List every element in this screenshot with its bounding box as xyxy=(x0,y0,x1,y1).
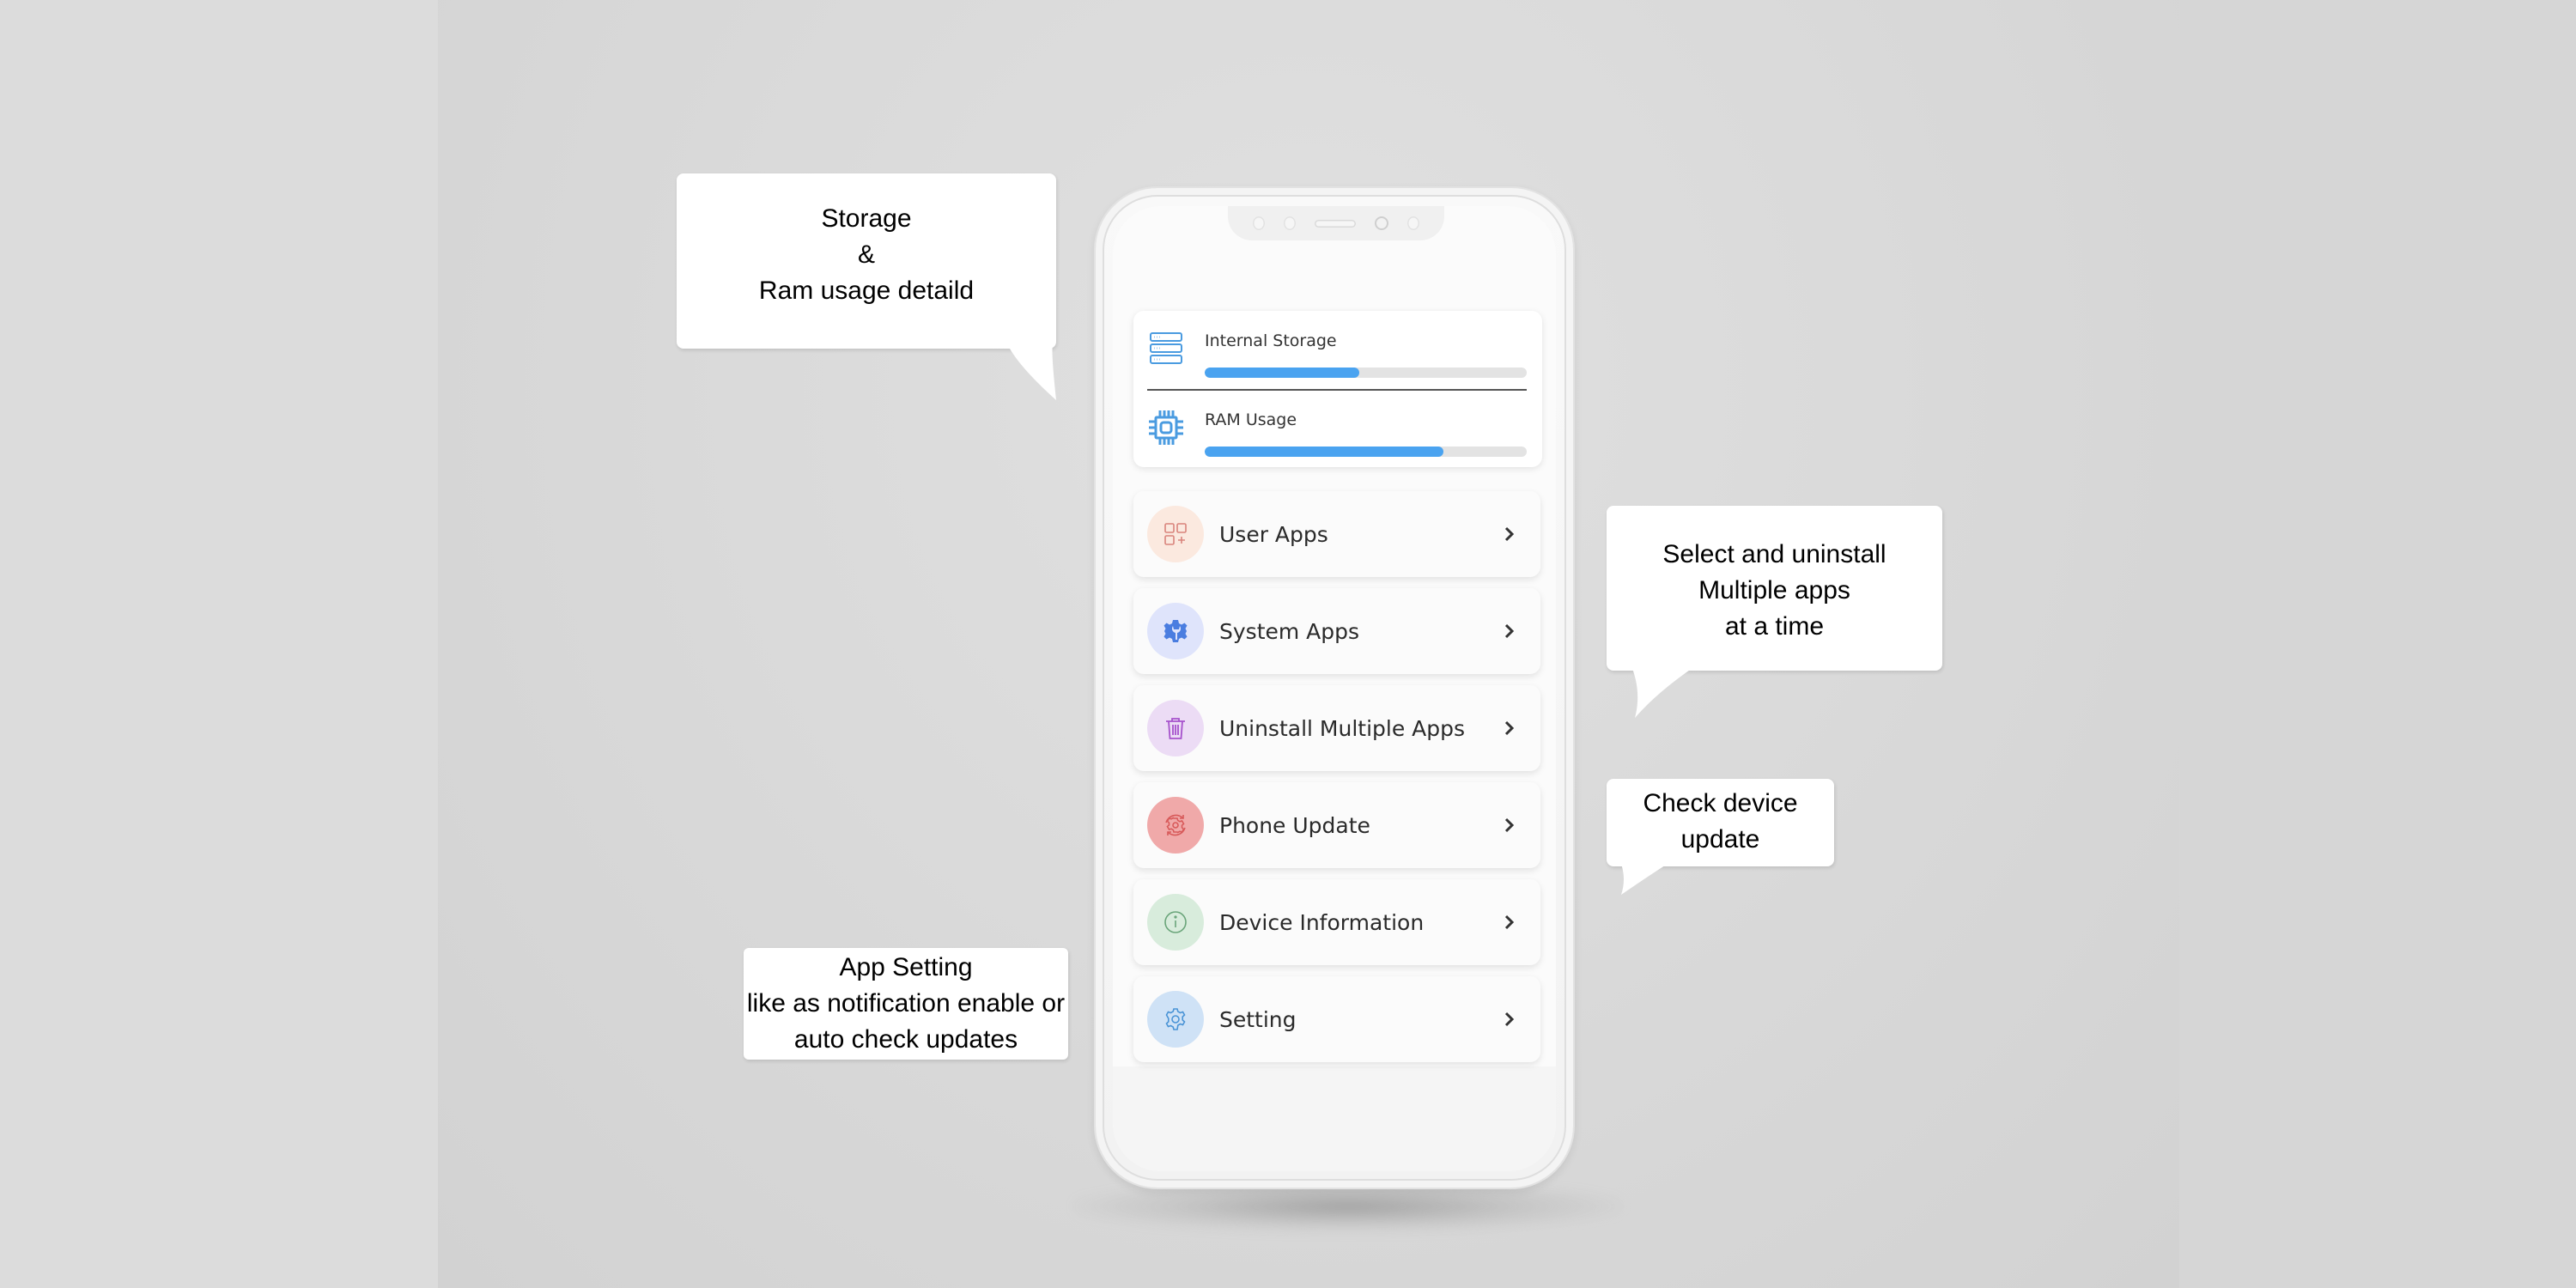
sensor-dot xyxy=(1407,216,1419,230)
menu-item-label: Device Information xyxy=(1219,910,1425,935)
menu-item-label: System Apps xyxy=(1219,619,1360,644)
chevron-right-icon xyxy=(1504,526,1515,542)
callout-line: & xyxy=(857,240,875,269)
chevron-right-icon xyxy=(1504,1012,1515,1027)
callout-uninstall: Select and uninstall Multiple apps at a … xyxy=(1607,506,1942,671)
storage-progress-fill xyxy=(1205,368,1359,378)
usage-card: Internal Storage RAM Usage xyxy=(1133,311,1542,467)
callout-update: Check device update xyxy=(1607,779,1834,866)
background-right xyxy=(2179,0,2576,1288)
callout-line: at a time xyxy=(1724,612,1825,641)
menu-item-setting[interactable]: Setting xyxy=(1133,976,1540,1062)
front-camera xyxy=(1375,216,1388,230)
menu-icon-bg xyxy=(1147,797,1204,854)
callout-uninstall-tail xyxy=(1623,666,1695,718)
callout-line: Multiple apps xyxy=(1698,576,1850,605)
chevron-right-icon xyxy=(1504,623,1515,639)
info-circle-icon xyxy=(1164,911,1187,933)
storage-label: Internal Storage xyxy=(1205,331,1337,350)
menu-icon-bg xyxy=(1147,991,1204,1048)
callout-line: Check device xyxy=(1643,789,1798,817)
callout-line: Ram usage detaild xyxy=(758,276,975,305)
menu-item-device-information[interactable]: Device Information xyxy=(1133,879,1540,965)
gear-icon xyxy=(1165,1008,1186,1030)
menu-item-uninstall-multiple[interactable]: Uninstall Multiple Apps xyxy=(1133,685,1540,771)
sensor-dot xyxy=(1253,216,1265,230)
callout-update-tail xyxy=(1618,864,1668,895)
chevron-right-icon xyxy=(1504,817,1515,833)
menu-item-label: User Apps xyxy=(1219,522,1328,547)
menu-item-system-apps[interactable]: System Apps xyxy=(1133,588,1540,674)
ram-progress-track xyxy=(1205,447,1527,457)
chevron-right-icon xyxy=(1504,914,1515,930)
ram-label: RAM Usage xyxy=(1205,410,1297,429)
chevron-right-icon xyxy=(1504,720,1515,736)
ram-progress-fill xyxy=(1205,447,1443,457)
callout-line: Select and uninstall xyxy=(1662,540,1886,568)
menu-item-label: Uninstall Multiple Apps xyxy=(1219,716,1466,741)
background-left xyxy=(0,0,438,1288)
callout-storage: Storage & Ram usage detaild xyxy=(677,173,1056,349)
menu-item-label: Phone Update xyxy=(1219,813,1370,838)
menu-icon-bg xyxy=(1147,506,1204,562)
callout-line: update xyxy=(1680,825,1760,854)
storage-usage-row[interactable]: Internal Storage xyxy=(1133,323,1542,392)
cpu-chip-icon xyxy=(1149,410,1183,445)
gear-wrench-icon xyxy=(1163,620,1188,642)
usage-divider xyxy=(1147,389,1527,391)
ram-usage-row[interactable]: RAM Usage xyxy=(1133,402,1542,471)
gear-refresh-icon xyxy=(1165,814,1186,836)
menu-item-phone-update[interactable]: Phone Update xyxy=(1133,782,1540,868)
menu-icon-bg xyxy=(1147,603,1204,659)
earpiece-speaker xyxy=(1315,219,1356,228)
apps-grid-plus-icon xyxy=(1164,523,1187,545)
server-storage-icon xyxy=(1150,332,1182,364)
phone-notch xyxy=(1228,206,1444,240)
sensor-dot xyxy=(1284,216,1296,230)
menu-item-label: Setting xyxy=(1219,1007,1297,1032)
callout-setting: App Setting like as notification enable … xyxy=(744,948,1068,1060)
trash-icon xyxy=(1166,718,1185,739)
menu-item-user-apps[interactable]: User Apps xyxy=(1133,491,1540,577)
callout-line: like as notification enable or xyxy=(746,989,1066,1018)
storage-progress-track xyxy=(1205,368,1527,378)
callout-line: App Setting xyxy=(839,953,973,981)
callout-storage-tail xyxy=(962,343,1056,400)
menu-icon-bg xyxy=(1147,894,1204,951)
menu-icon-bg xyxy=(1147,700,1204,756)
callout-line: auto check updates xyxy=(793,1025,1018,1054)
screen-bottom-area xyxy=(1113,1066,1556,1171)
callout-line: Storage xyxy=(821,204,912,233)
